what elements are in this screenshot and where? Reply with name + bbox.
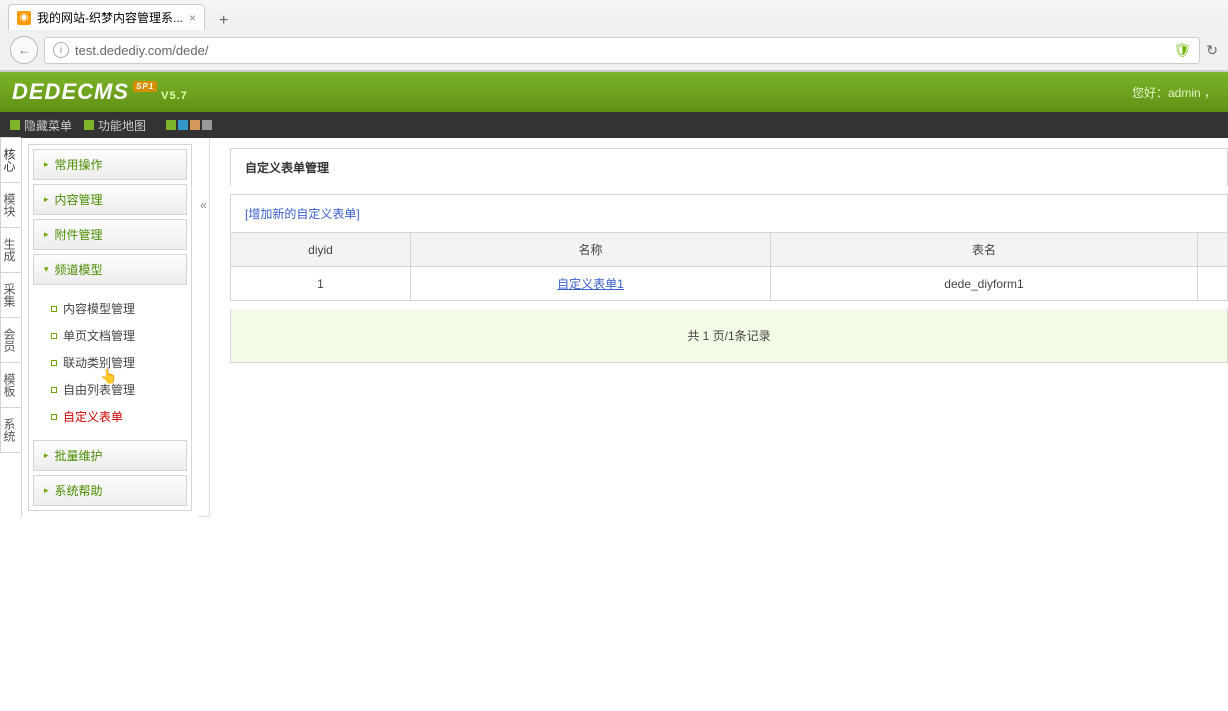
browser-tab[interactable]: ◉ 我的网站-织梦内容管理系... × (8, 4, 205, 30)
menu-section-head[interactable]: ▸ 内容管理 (33, 184, 187, 215)
tab-title: 我的网站-织梦内容管理系... (37, 9, 183, 26)
bullet-icon (51, 306, 57, 312)
menu-section-head[interactable]: ▸ 附件管理 (33, 219, 187, 250)
cell-diyid: 1 (231, 267, 411, 301)
menu-item-label: 联动类别管理 (63, 354, 135, 371)
side-tab[interactable]: 模板 (0, 362, 21, 408)
sitemap-link[interactable]: 功能地图 (84, 117, 146, 134)
theme-color-swatch[interactable] (178, 120, 188, 130)
theme-color-swatch[interactable] (190, 120, 200, 130)
bullet-icon (51, 414, 57, 420)
main-layout: 核心模块生成采集会员模板系统 ▸ 常用操作 ▸ 内容管理 ▸ 附件管理 ▾ 频道模型内容模型管… (0, 138, 1228, 517)
col-name: 名称 (411, 233, 771, 267)
theme-color-swatch[interactable] (166, 120, 176, 130)
top-menu: 隐藏菜单 功能地图 (0, 112, 1228, 138)
chevron-right-icon: ▸ (44, 485, 49, 496)
bullet-icon (51, 387, 57, 393)
menu-section-label: 系统帮助 (55, 482, 103, 499)
menu-section-head[interactable]: ▸ 系统帮助 (33, 475, 187, 506)
side-tab[interactable]: 采集 (0, 272, 21, 318)
menu-section-head[interactable]: ▾ 频道模型 (33, 254, 187, 285)
url-text: test.dedediy.com/dede/ (75, 43, 1167, 58)
theme-colors (166, 120, 212, 130)
side-tab[interactable]: 系统 (0, 407, 21, 453)
shield-icon[interactable]: 🛡 (1173, 42, 1191, 59)
address-bar: ← i test.dedediy.com/dede/ 🛡 ↻ (0, 30, 1228, 71)
menu-section-label: 内容管理 (55, 191, 103, 208)
table-row: 1 自定义表单1 dede_diyform1 (231, 267, 1228, 301)
sidebar: ▸ 常用操作 ▸ 内容管理 ▸ 附件管理 ▾ 频道模型内容模型管理单页文档管理联动类别管理自由… (28, 144, 192, 511)
logo-text: DEDECMS (12, 79, 129, 105)
menu-item[interactable]: 内容模型管理 (43, 295, 191, 322)
menu-section-label: 附件管理 (55, 226, 103, 243)
chevron-right-icon: ▸ (44, 229, 49, 240)
col-actions (1198, 233, 1228, 267)
tab-bar: ◉ 我的网站-织梦内容管理系... × + (0, 0, 1228, 30)
favicon-icon: ◉ (17, 11, 31, 25)
greeting: 您好：admin ， (1132, 84, 1216, 101)
chevron-right-icon: ▸ (44, 450, 49, 461)
cell-table: dede_diyform1 (771, 267, 1198, 301)
hide-menu-link[interactable]: 隐藏菜单 (10, 117, 72, 134)
browser-chrome: ◉ 我的网站-织梦内容管理系... × + ← i test.dedediy.c… (0, 0, 1228, 72)
col-diyid: diyid (231, 233, 411, 267)
content-area: 自定义表单管理 [增加新的自定义表单] diyid 名称 表名 1自定义表单1d… (210, 138, 1228, 517)
menu-item[interactable]: 自由列表管理 (43, 376, 191, 403)
menu-item-label: 自由列表管理 (63, 381, 135, 398)
menu-section-label: 频道模型 (55, 261, 103, 278)
side-tab[interactable]: 会员 (0, 317, 21, 363)
close-tab-icon[interactable]: × (189, 11, 196, 25)
form-name-link[interactable]: 自定义表单1 (557, 277, 624, 291)
collapse-handle[interactable]: « (198, 138, 210, 517)
chevron-right-icon: ▸ (44, 159, 49, 170)
side-tab[interactable]: 模块 (0, 182, 21, 228)
menu-section-head[interactable]: ▸ 常用操作 (33, 149, 187, 180)
menu-section-label: 常用操作 (55, 156, 103, 173)
side-tab[interactable]: 核心 (0, 137, 21, 183)
menu-item-label: 内容模型管理 (63, 300, 135, 317)
back-button[interactable]: ← (10, 36, 38, 64)
menu-item[interactable]: 自定义表单 (43, 403, 191, 430)
logo: DEDECMS SP1 V5.7 (12, 79, 188, 105)
menu-section-label: 批量维护 (55, 447, 103, 464)
pager: 共 1 页/1条记录 (230, 309, 1228, 363)
vertical-tabs: 核心模块生成采集会员模板系统 (0, 138, 22, 517)
theme-color-swatch[interactable] (202, 120, 212, 130)
url-field[interactable]: i test.dedediy.com/dede/ 🛡 (44, 37, 1200, 64)
side-tab[interactable]: 生成 (0, 227, 21, 273)
info-icon[interactable]: i (53, 42, 69, 58)
bullet-icon (51, 360, 57, 366)
actions-bar: [增加新的自定义表单] (230, 194, 1228, 233)
menu-items: 内容模型管理单页文档管理联动类别管理自由列表管理自定义表单 (29, 289, 191, 436)
sitemap-label: 功能地图 (98, 117, 146, 134)
chevron-right-icon: ▸ (44, 194, 49, 205)
cell-actions (1198, 267, 1228, 301)
col-table: 表名 (771, 233, 1198, 267)
data-table: diyid 名称 表名 1 自定义表单1 dede_diyform1 (230, 232, 1228, 301)
grid-icon (84, 120, 94, 130)
grid-icon (10, 120, 20, 130)
add-form-link[interactable]: [增加新的自定义表单] (245, 207, 360, 221)
bullet-icon (51, 333, 57, 339)
table-header-row: diyid 名称 表名 (231, 233, 1228, 267)
panel-title: 自定义表单管理 (230, 148, 1228, 186)
sp-badge: SP1 (133, 81, 157, 92)
version-label: V5.7 (161, 90, 188, 102)
menu-item[interactable]: 联动类别管理 (43, 349, 191, 376)
cell-name: 自定义表单1 (411, 267, 771, 301)
new-tab-button[interactable]: + (213, 12, 234, 30)
app-header: DEDECMS SP1 V5.7 您好：admin ， (0, 72, 1228, 112)
menu-section-head[interactable]: ▸ 批量维护 (33, 440, 187, 471)
menu-item[interactable]: 单页文档管理 (43, 322, 191, 349)
hide-menu-label: 隐藏菜单 (24, 117, 72, 134)
menu-item-label: 单页文档管理 (63, 327, 135, 344)
menu-item-label: 自定义表单 (63, 408, 123, 425)
chevron-down-icon: ▾ (44, 264, 49, 275)
reload-button[interactable]: ↻ (1206, 42, 1218, 59)
